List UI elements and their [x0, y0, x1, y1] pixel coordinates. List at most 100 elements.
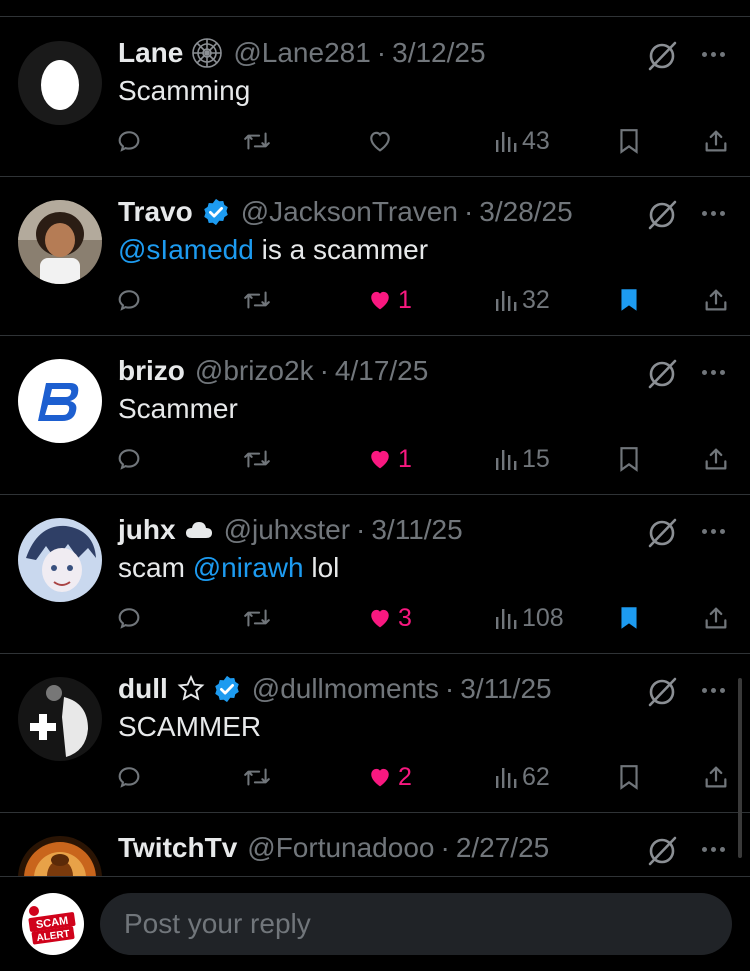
post-header: TwitchTv @Fortunadooo · 2/27/25: [118, 830, 549, 866]
grok-icon[interactable]: [645, 198, 679, 232]
display-name[interactable]: brizo: [118, 355, 185, 387]
reply-post[interactable]: juhx @juhxster · 3/11/25 scam @nirawh lo…: [0, 494, 750, 654]
more-dot: [719, 846, 725, 852]
share-icon: [702, 763, 730, 791]
reply-post[interactable]: Travo @JacksonTraven · 3/28/25 @sIamedd …: [0, 176, 750, 336]
scrollbar[interactable]: [738, 678, 742, 858]
views-button[interactable]: 62: [494, 761, 550, 793]
user-handle[interactable]: @JacksonTraven: [241, 196, 458, 228]
post-date[interactable]: 3/28/25: [479, 196, 572, 228]
post-text: Scamming: [118, 75, 250, 107]
post-date[interactable]: 3/11/25: [371, 514, 462, 546]
more-dot: [710, 687, 716, 693]
user-handle[interactable]: @Lane281: [233, 37, 370, 69]
avatar[interactable]: [18, 359, 102, 443]
avatar[interactable]: [18, 41, 102, 125]
user-handle[interactable]: @juhxster: [224, 514, 350, 546]
more-options-button[interactable]: [696, 198, 730, 228]
more-dot: [719, 687, 725, 693]
reply-button[interactable]: [115, 443, 143, 475]
share-button[interactable]: [702, 761, 730, 793]
post-text-part: Scammer: [118, 393, 238, 424]
share-button[interactable]: [702, 284, 730, 316]
more-options-button[interactable]: [696, 516, 730, 546]
display-name[interactable]: TwitchTv: [118, 832, 237, 864]
like-button[interactable]: 3: [366, 602, 412, 634]
more-dot: [701, 51, 707, 57]
mention-link[interactable]: @sIamedd: [118, 234, 254, 265]
grok-icon[interactable]: [645, 834, 679, 868]
avatar[interactable]: [18, 677, 102, 761]
share-icon: [702, 445, 730, 473]
reply-button[interactable]: [115, 125, 143, 157]
bookmark-button[interactable]: [616, 284, 642, 316]
view-count: 15: [522, 444, 550, 473]
like-button[interactable]: 2: [366, 761, 412, 793]
more-options-button[interactable]: [696, 834, 730, 864]
bar-chart-icon: [494, 764, 518, 790]
grok-icon[interactable]: [645, 39, 679, 73]
post-header: dull @dullmoments · 3/11/25: [118, 671, 552, 707]
reply-post[interactable]: dull @dullmoments · 3/11/25 SCAMMER 2 62: [0, 653, 750, 813]
bookmark-button[interactable]: [616, 443, 642, 475]
grok-icon[interactable]: [645, 675, 679, 709]
views-button[interactable]: 32: [494, 284, 550, 316]
more-dot: [710, 51, 716, 57]
heart-icon: [366, 127, 394, 155]
more-dot: [719, 210, 725, 216]
post-date[interactable]: 3/11/25: [460, 673, 551, 705]
share-button[interactable]: [702, 443, 730, 475]
share-button[interactable]: [702, 602, 730, 634]
post-date[interactable]: 4/17/25: [335, 355, 428, 387]
user-handle[interactable]: @Fortunadooo: [247, 832, 434, 864]
user-handle[interactable]: @brizo2k: [195, 355, 314, 387]
views-button[interactable]: 43: [494, 125, 550, 157]
share-button[interactable]: [702, 125, 730, 157]
reply-post[interactable]: brizo @brizo2k · 4/17/25 Scammer 1 15: [0, 335, 750, 495]
repost-button[interactable]: [242, 443, 272, 475]
post-text: @sIamedd is a scammer: [118, 234, 428, 266]
views-button[interactable]: 15: [494, 443, 550, 475]
reply-icon: [115, 286, 143, 314]
post-date[interactable]: 3/12/25: [392, 37, 485, 69]
avatar[interactable]: [18, 200, 102, 284]
reply-button[interactable]: [115, 761, 143, 793]
reply-input[interactable]: [100, 893, 732, 955]
avatar[interactable]: [18, 518, 102, 602]
reply-post[interactable]: Lane @Lane281 · 3/12/25 Scamming 43: [0, 17, 750, 177]
views-button[interactable]: 108: [494, 602, 564, 634]
more-options-button[interactable]: [696, 675, 730, 705]
user-handle[interactable]: @dullmoments: [252, 673, 439, 705]
repost-button[interactable]: [242, 602, 272, 634]
post-date[interactable]: 2/27/25: [456, 832, 549, 864]
reply-button[interactable]: [115, 284, 143, 316]
bookmark-button[interactable]: [616, 125, 642, 157]
post-header: juhx @juhxster · 3/11/25: [118, 512, 463, 548]
more-dot: [719, 528, 725, 534]
like-button[interactable]: 1: [366, 443, 412, 475]
grok-icon[interactable]: [645, 516, 679, 550]
star-verified: [176, 674, 242, 704]
bookmark-icon: [616, 445, 642, 473]
repost-button[interactable]: [242, 125, 272, 157]
repost-button[interactable]: [242, 761, 272, 793]
mention-link[interactable]: @nirawh: [193, 552, 304, 583]
bookmark-icon: [616, 763, 642, 791]
display-name[interactable]: dull: [118, 673, 168, 705]
more-options-button[interactable]: [696, 39, 730, 69]
repost-icon: [242, 763, 272, 791]
grok-icon[interactable]: [645, 357, 679, 391]
display-name[interactable]: juhx: [118, 514, 176, 546]
like-button[interactable]: [366, 125, 398, 157]
avatar[interactable]: SCAM ALERT: [22, 893, 84, 955]
like-button[interactable]: 1: [366, 284, 412, 316]
more-options-button[interactable]: [696, 357, 730, 387]
bar-chart-icon: [494, 446, 518, 472]
repost-button[interactable]: [242, 284, 272, 316]
display-name[interactable]: Travo: [118, 196, 193, 228]
reply-icon: [115, 604, 143, 632]
reply-button[interactable]: [115, 602, 143, 634]
bookmark-button[interactable]: [616, 602, 642, 634]
display-name[interactable]: Lane: [118, 37, 183, 69]
bookmark-button[interactable]: [616, 761, 642, 793]
